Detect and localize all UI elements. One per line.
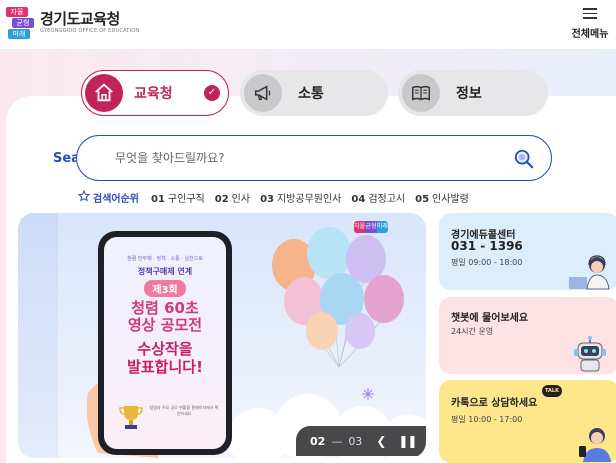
talk-bubble-icon: TALK [542,385,562,397]
rank-term: 검정고시 [368,193,406,205]
search-icon[interactable] [513,148,535,170]
header: 자율 균형 미래 경기도교육청 GYEONGGIDO OFFICE OF EDU… [0,0,616,50]
pause-icon[interactable]: ❚❚ [398,434,417,448]
search-ranking: 검색어순위 01 구인구직 02 인사 03 지방공무원인사 04 검정고시 05 인사발… [77,189,479,205]
card-hours: 24시간 운영 [451,327,494,336]
site-title[interactable]: 경기도교육청 [40,8,120,29]
star-icon [77,189,91,205]
trophy-icon [119,406,143,429]
main-banner[interactable]: 자율 균형 미래 청렴 반부패 · 정책 · 소통 · 실천으로 정책구매제 연… [18,213,426,458]
ranking-item[interactable]: 02 인사 [215,190,250,205]
search-input[interactable] [115,148,495,168]
poster-line: 청렴 60초 [131,299,199,317]
current-slide: 02 [310,434,326,448]
card-title: 챗봇에 물어보세요 [451,313,529,324]
poster-line: 발표합니다! [127,358,203,376]
tab-label: 소통 [298,86,324,102]
home-icon [85,74,123,112]
ranking-title: 검색어순위 [93,193,139,205]
ranking-item[interactable]: 04 검정고시 [351,190,405,205]
tab-communication[interactable]: 소통 [240,70,388,116]
logo-mark[interactable]: 자율 균형 미래 [6,7,36,39]
phone-screen: 청렴 반부패 · 정책 · 소통 · 실천으로 정책구매제 연계 제3회 청렴 … [104,237,226,449]
tab-information[interactable]: 정보 [398,70,548,116]
phone-number: 031 - 1396 [451,239,523,253]
poster-line: 수상작을 [137,340,193,358]
poster-top-text: 청렴 반부패 · 정책 · 소통 · 실천으로 [127,256,203,262]
tab-education-office[interactable]: 교육청 ✓ [81,70,229,116]
card-hours: 평일 10:00 - 17:00 [451,415,523,424]
banner-previous-slide-edge [18,213,58,458]
card-hours: 평일 09:00 - 18:00 [451,258,523,267]
rank-number: 03 [260,193,274,205]
person-with-phone-icon [579,428,611,462]
book-icon [402,74,440,112]
poster-line: 정책구매제 연계 [137,267,193,276]
ranking-item[interactable]: 01 구인구직 [151,190,205,205]
rank-term: 지방공무원인사 [276,193,342,205]
tab-label: 정보 [456,86,482,102]
operator-icon [569,255,610,290]
rank-term: 구인구직 [167,193,205,205]
phone-illustration: 청렴 반부패 · 정책 · 소통 · 실천으로 정책구매제 연계 제3회 청렴 … [98,231,232,455]
total-slides: 03 [348,434,363,448]
site-subtitle: GYEONGGIDO OFFICE OF EDUCATION [40,28,140,34]
card-title: 카톡으로 상담하세요 [451,398,538,409]
rank-number: 01 [151,193,165,205]
poster-line: 영상 공모전 [127,316,203,334]
ranking-item[interactable]: 05 인사발령 [415,190,469,205]
logo-mark-2: 균형 [12,18,34,28]
rank-term: 인사발령 [432,193,469,205]
banner-controls: 02 — 03 ❮ ❚❚ ❯ [296,426,426,456]
full-menu-label: 전체메뉴 [571,28,609,40]
ranking-item[interactable]: 03 지방공무원인사 [260,190,341,205]
rank-number: 04 [351,193,366,205]
slide-separator: — [331,434,343,448]
kakao-chat-card[interactable]: 카톡으로 상담하세요 TALK 평일 10:00 - 17:00 [439,380,616,463]
logo-mark-3: 미래 [8,29,30,39]
chatbot-card[interactable]: 챗봇에 물어보세요 24시간 운영 [439,297,616,374]
logo-mark-1: 자율 [6,7,28,17]
rank-number: 05 [415,193,430,205]
megaphone-icon [244,74,282,112]
chevron-left-icon[interactable]: ❮ [376,434,386,448]
search-box [76,135,552,181]
hamburger-icon [583,8,597,19]
robot-icon [574,336,606,372]
tab-label: 교육청 [134,86,173,102]
rank-term: 인사 [231,193,251,205]
balloons-illustration [272,227,404,368]
rank-number: 02 [214,193,229,205]
poster-footnote: 청렴과 주요 공모 현황을 홈페이지에서 확인하세요 [149,405,219,416]
check-icon: ✓ [204,85,220,101]
poster-line: 제3회 [144,280,186,297]
full-menu-button[interactable]: 전체메뉴 [568,6,612,42]
call-center-card[interactable]: 경기에듀콜센터 031 - 1396 평일 09:00 - 18:00 [439,213,616,290]
